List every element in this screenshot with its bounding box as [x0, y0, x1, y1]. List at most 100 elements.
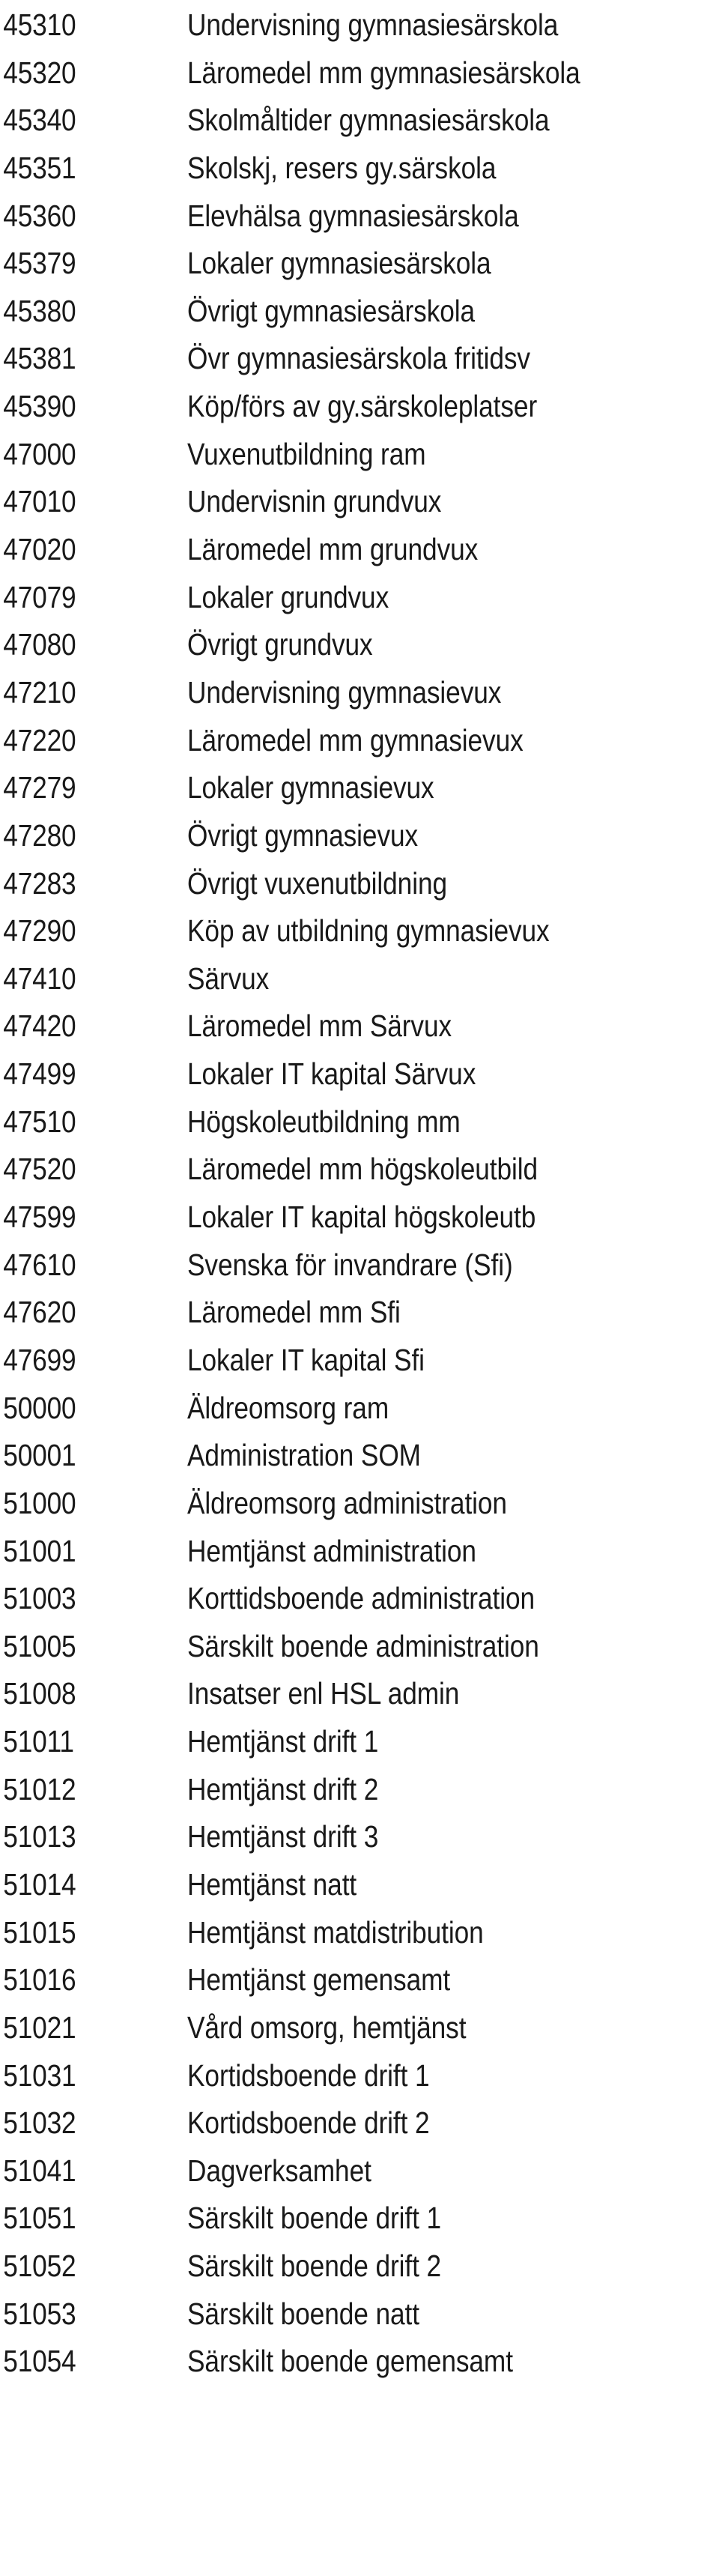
account-row: 51032 Kortidsboende drift 2 — [0, 2099, 719, 2147]
account-name: Läromedel mm gymnasiesärskola — [187, 55, 580, 90]
account-code: 51041 — [3, 2153, 76, 2188]
account-code: 47220 — [3, 722, 76, 758]
account-code: 47279 — [3, 770, 76, 805]
account-code: 47520 — [3, 1152, 76, 1187]
account-name: Köp/förs av gy.särskoleplatser — [187, 389, 538, 424]
account-code: 51012 — [3, 1771, 76, 1806]
account-row: 51054 Särskilt boende gemensamt — [0, 2338, 719, 2386]
account-row: 51011 Hemtjänst drift 1 — [0, 1718, 719, 1766]
account-code: 51051 — [3, 2201, 76, 2236]
account-code: 51021 — [3, 2010, 76, 2045]
account-code: 51013 — [3, 1819, 76, 1854]
account-code: 51011 — [3, 1724, 74, 1759]
account-code: 45379 — [3, 246, 76, 281]
account-code: 50001 — [3, 1438, 76, 1473]
account-row: 45379 Lokaler gymnasiesärskola — [0, 240, 719, 288]
account-name: Övrigt grundvux — [187, 627, 373, 662]
account-row: 47280 Övrigt gymnasievux — [0, 812, 719, 860]
account-code: 47290 — [3, 913, 76, 949]
account-row: 50000 Äldreomsorg ram — [0, 1385, 719, 1433]
account-name: Läromedel mm Sfi — [187, 1295, 401, 1330]
account-name: Hemtjänst matdistribution — [187, 1914, 484, 1950]
account-name: Hemtjänst drift 2 — [187, 1771, 379, 1806]
account-row: 51013 Hemtjänst drift 3 — [0, 1813, 719, 1861]
account-code: 47283 — [3, 865, 76, 901]
account-code: 47020 — [3, 532, 76, 567]
account-code: 50000 — [3, 1390, 76, 1425]
account-code: 47620 — [3, 1295, 76, 1330]
account-name: Lokaler IT kapital Särvux — [187, 1056, 476, 1092]
account-name: Högskoleutbildning mm — [187, 1104, 461, 1139]
account-code: 47410 — [3, 961, 76, 996]
account-row: 51031 Kortidsboende drift 1 — [0, 2052, 719, 2100]
account-name: Dagverksamhet — [187, 2153, 371, 2188]
account-name: Särskilt boende drift 2 — [187, 2249, 442, 2284]
account-name: Läromedel mm grundvux — [187, 532, 479, 567]
account-code: 51032 — [3, 2105, 76, 2141]
account-row: 45360 Elevhälsa gymnasiesärskola — [0, 193, 719, 241]
account-code: 47080 — [3, 627, 76, 662]
account-name: Undervisnin grundvux — [187, 484, 442, 519]
account-code: 45381 — [3, 341, 76, 376]
account-row: 47080 Övrigt grundvux — [0, 621, 719, 669]
account-code: 45360 — [3, 198, 76, 233]
account-code: 47599 — [3, 1200, 76, 1235]
account-row: 51041 Dagverksamhet — [0, 2147, 719, 2195]
account-code: 51031 — [3, 2058, 76, 2093]
account-code: 51052 — [3, 2249, 76, 2284]
account-row: 47510 Högskoleutbildning mm — [0, 1098, 719, 1146]
account-row: 47620 Läromedel mm Sfi — [0, 1289, 719, 1337]
account-row: 47220 Läromedel mm gymnasievux — [0, 717, 719, 765]
account-row: 47000 Vuxenutbildning ram — [0, 431, 719, 479]
account-row: 47610 Svenska för invandrare (Sfi) — [0, 1242, 719, 1289]
account-name: Undervisning gymnasiesärskola — [187, 7, 559, 42]
account-code: 51054 — [3, 2344, 76, 2379]
account-row: 47279 Lokaler gymnasievux — [0, 764, 719, 812]
account-name: Läromedel mm högskoleutbild — [187, 1152, 539, 1187]
account-name: Kortidsboende drift 1 — [187, 2058, 430, 2093]
account-row: 47290 Köp av utbildning gymnasievux — [0, 907, 719, 955]
account-name: Särskilt boende administration — [187, 1628, 539, 1663]
account-row: 51005 Särskilt boende administration — [0, 1623, 719, 1671]
account-row: 47283 Övrigt vuxenutbildning — [0, 860, 719, 908]
account-code: 51001 — [3, 1533, 76, 1568]
account-name: Köp av utbildning gymnasievux — [187, 913, 550, 949]
account-name: Kortidsboende drift 2 — [187, 2105, 430, 2141]
account-code: 47499 — [3, 1056, 76, 1092]
account-row: 47079 Lokaler grundvux — [0, 574, 719, 622]
account-row: 51001 Hemtjänst administration — [0, 1528, 719, 1576]
account-code: 47010 — [3, 484, 76, 519]
account-code: 51016 — [3, 1962, 76, 1998]
account-code: 47420 — [3, 1009, 76, 1044]
account-row: 51015 Hemtjänst matdistribution — [0, 1909, 719, 1957]
account-code-list: 45310 Undervisning gymnasiesärskola 45320 L… — [0, 0, 719, 2386]
account-name: Övrigt gymnasiesärskola — [187, 293, 476, 328]
account-name: Vård omsorg, hemtjänst — [187, 2010, 467, 2045]
account-row: 47599 Lokaler IT kapital högskoleutb — [0, 1194, 719, 1242]
account-row: 45351 Skolskj, resers gy.särskola — [0, 145, 719, 193]
account-name: Hemtjänst gemensamt — [187, 1962, 451, 1998]
account-row: 45381 Övr gymnasiesärskola fritidsv — [0, 335, 719, 383]
account-name: Övr gymnasiesärskola fritidsv — [187, 341, 530, 376]
account-code: 45390 — [3, 389, 76, 424]
account-name: Särskilt boende drift 1 — [187, 2201, 442, 2236]
account-name: Läromedel mm Särvux — [187, 1009, 452, 1044]
account-row: 47499 Lokaler IT kapital Särvux — [0, 1050, 719, 1098]
account-name: Äldreomsorg administration — [187, 1485, 507, 1520]
account-name: Hemtjänst administration — [187, 1533, 476, 1568]
account-row: 51052 Särskilt boende drift 2 — [0, 2243, 719, 2291]
account-code: 47280 — [3, 817, 76, 853]
account-name: Lokaler gymnasiesärskola — [187, 246, 491, 281]
account-row: 47410 Särvux — [0, 955, 719, 1003]
account-name: Insatser enl HSL admin — [187, 1676, 460, 1711]
account-name: Korttidsboende administration — [187, 1581, 535, 1616]
account-code: 51015 — [3, 1914, 76, 1950]
account-name: Skolmåltider gymnasiesärskola — [187, 103, 550, 138]
account-code: 51005 — [3, 1628, 76, 1663]
account-row: 47420 Läromedel mm Särvux — [0, 1003, 719, 1050]
account-name: Särskilt boende gemensamt — [187, 2344, 513, 2379]
account-code: 51053 — [3, 2296, 76, 2331]
account-code: 45340 — [3, 103, 76, 138]
account-row: 51008 Insatser enl HSL admin — [0, 1670, 719, 1718]
account-code: 47610 — [3, 1247, 76, 1282]
